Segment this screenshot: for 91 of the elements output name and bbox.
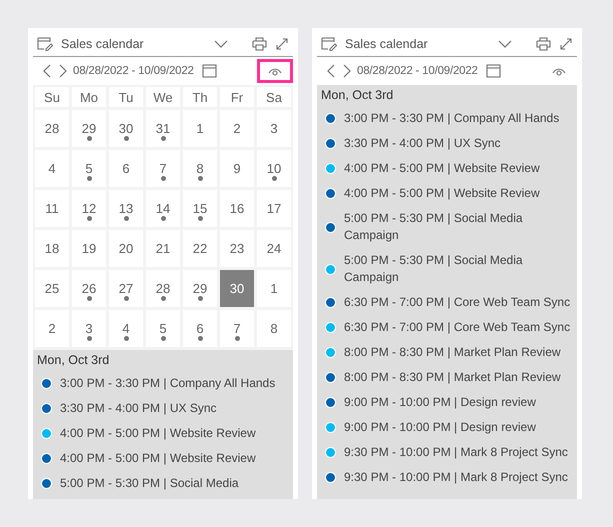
event-item[interactable]: 3:30 PM - 4:00 PM | UX Sync: [60, 400, 288, 417]
event-item[interactable]: 4:00 PM - 5:00 PM | Website Review: [344, 160, 572, 177]
day-cell[interactable]: 23: [220, 230, 254, 267]
day-cell[interactable]: 29: [72, 110, 106, 147]
print-icon[interactable]: [536, 37, 551, 51]
day-cell[interactable]: 6: [109, 150, 143, 187]
day-cell[interactable]: 3: [257, 110, 291, 147]
day-cell[interactable]: 30: [109, 110, 143, 147]
event-item[interactable]: 6:30 PM - 7:00 PM | Core Web Team Sync: [344, 294, 572, 311]
event-item[interactable]: 9:00 PM - 10:00 PM | Design review: [344, 394, 572, 411]
print-icon[interactable]: [252, 37, 267, 51]
event-item[interactable]: 5:00 PM - 5:30 PM | Social Media: [60, 475, 288, 492]
day-cell[interactable]: 29: [183, 270, 217, 307]
weekday-header: Mo: [72, 87, 106, 107]
day-cell[interactable]: 8: [183, 150, 217, 187]
day-cell[interactable]: 12: [72, 190, 106, 227]
date-range: 08/28/2022 - 10/09/2022: [73, 65, 194, 77]
chevron-down-icon[interactable]: [498, 40, 512, 48]
event-item[interactable]: 4:00 PM - 5:00 PM | Website Review: [60, 425, 288, 442]
day-cell[interactable]: 31: [146, 110, 180, 147]
view-toggle-button[interactable]: [257, 59, 293, 83]
day-cell[interactable]: 6: [183, 310, 217, 347]
day-cell[interactable]: 2: [220, 110, 254, 147]
calendar-icon[interactable]: [486, 64, 501, 78]
chevron-down-icon[interactable]: [214, 40, 228, 48]
weekday-header: We: [146, 87, 180, 107]
event-item[interactable]: 4:00 PM - 5:00 PM | Website Review: [60, 450, 288, 467]
day-cell[interactable]: 24: [257, 230, 291, 267]
next-icon[interactable]: [59, 64, 67, 78]
day-cell[interactable]: 8: [257, 310, 291, 347]
day-cell[interactable]: 28: [146, 270, 180, 307]
edit-calendar-icon: [37, 37, 53, 51]
day-cell[interactable]: 28: [35, 110, 69, 147]
event-item[interactable]: 5:00 PM - 5:30 PM | Social Media Campaign: [344, 210, 572, 244]
day-cell[interactable]: 20: [109, 230, 143, 267]
event-item[interactable]: 8:00 PM - 8:30 PM | Market Plan Review: [344, 344, 572, 361]
day-cell[interactable]: 17: [257, 190, 291, 227]
day-cell[interactable]: 21: [146, 230, 180, 267]
day-cell[interactable]: 26: [72, 270, 106, 307]
day-cell[interactable]: 5: [72, 150, 106, 187]
expand-icon[interactable]: [275, 37, 289, 51]
event-item[interactable]: 9:30 PM - 10:00 PM | Mark 8 Project Sync: [344, 469, 572, 486]
calendar-icon[interactable]: [202, 64, 217, 78]
event-item[interactable]: 9:30 PM - 10:00 PM | Mark 8 Project Sync: [344, 444, 572, 461]
day-cell[interactable]: 22: [183, 230, 217, 267]
day-cell[interactable]: 11: [35, 190, 69, 227]
weekday-header: Th: [183, 87, 217, 107]
weekday-header: Sa: [257, 87, 291, 107]
event-item[interactable]: 9:00 PM - 10:00 PM | Design review: [344, 419, 572, 436]
eye-icon: [268, 66, 282, 76]
event-item[interactable]: 5:00 PM - 5:30 PM | Social Media Campaign: [344, 252, 572, 286]
day-cell[interactable]: 18: [35, 230, 69, 267]
weekday-header: Fr: [220, 87, 254, 107]
day-cell[interactable]: 10: [257, 150, 291, 187]
day-cell[interactable]: 27: [109, 270, 143, 307]
date-range: 08/28/2022 - 10/09/2022: [357, 65, 478, 77]
next-icon[interactable]: [343, 64, 351, 78]
event-item[interactable]: 3:00 PM - 3:30 PM | Company All Hands: [344, 110, 572, 127]
day-cell[interactable]: 1: [257, 270, 291, 307]
weekday-header: Tu: [109, 87, 143, 107]
day-cell[interactable]: 3: [72, 310, 106, 347]
edit-calendar-icon: [321, 37, 337, 51]
event-item[interactable]: 3:30 PM - 4:00 PM | UX Sync: [344, 135, 572, 152]
day-cell[interactable]: 2: [35, 310, 69, 347]
day-cell[interactable]: 9: [220, 150, 254, 187]
event-item[interactable]: 4:00 PM - 5:00 PM | Website Review: [344, 185, 572, 202]
agenda-heading: Mon, Oct 3rd: [321, 88, 394, 102]
day-cell[interactable]: 25: [35, 270, 69, 307]
eye-icon: [552, 66, 566, 76]
day-cell[interactable]: 4: [109, 310, 143, 347]
day-cell[interactable]: 13: [109, 190, 143, 227]
calendar-title: Sales calendar: [61, 37, 145, 51]
previous-icon[interactable]: [43, 64, 51, 78]
calendar-title: Sales calendar: [345, 37, 429, 51]
expand-icon[interactable]: [559, 37, 573, 51]
weekday-header: Su: [35, 87, 69, 107]
event-item[interactable]: 6:30 PM - 7:00 PM | Core Web Team Sync: [344, 319, 572, 336]
event-item[interactable]: 8:00 PM - 8:30 PM | Market Plan Review: [344, 369, 572, 386]
previous-icon[interactable]: [327, 64, 335, 78]
day-cell[interactable]: 14: [146, 190, 180, 227]
day-cell[interactable]: 4: [35, 150, 69, 187]
day-cell[interactable]: 7: [220, 310, 254, 347]
day-cell[interactable]: 7: [146, 150, 180, 187]
day-cell[interactable]: 5: [146, 310, 180, 347]
day-cell[interactable]: 16: [220, 190, 254, 227]
agenda-heading: Mon, Oct 3rd: [37, 353, 110, 367]
day-cell[interactable]: 1: [183, 110, 217, 147]
day-cell[interactable]: 15: [183, 190, 217, 227]
event-item[interactable]: 3:00 PM - 3:30 PM | Company All Hands: [60, 375, 288, 392]
day-cell[interactable]: 30: [220, 270, 254, 307]
day-cell[interactable]: 19: [72, 230, 106, 267]
